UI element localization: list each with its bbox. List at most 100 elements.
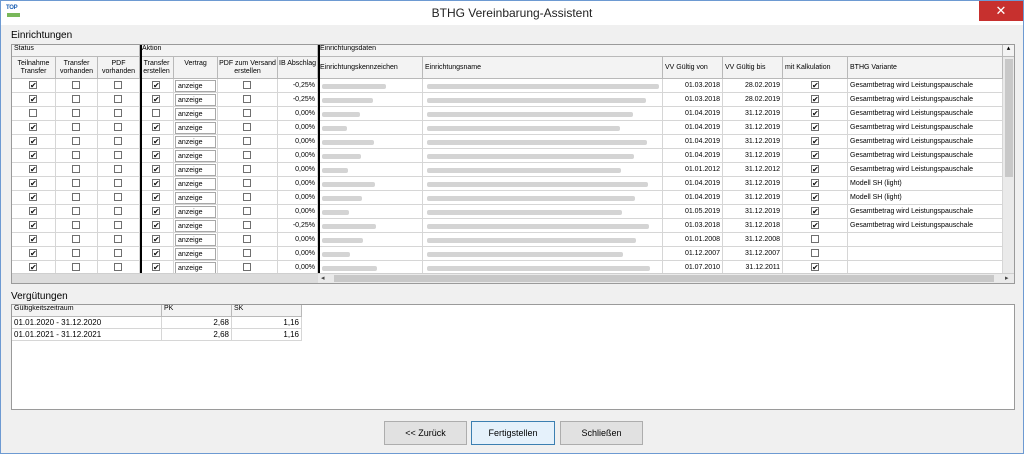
checkbox[interactable]: [114, 165, 122, 173]
checkbox[interactable]: [72, 263, 80, 271]
checkbox[interactable]: [243, 249, 251, 257]
checkbox[interactable]: [114, 193, 122, 201]
checkbox[interactable]: ✔: [811, 221, 819, 230]
vertrag-dropdown[interactable]: anzeige: [175, 164, 216, 176]
vertrag-dropdown[interactable]: anzeige: [175, 122, 216, 134]
checkbox[interactable]: [72, 151, 80, 159]
checkbox[interactable]: ✔: [29, 151, 37, 160]
checkbox[interactable]: [114, 123, 122, 131]
checkbox[interactable]: [114, 249, 122, 257]
checkbox[interactable]: [72, 109, 80, 117]
checkbox[interactable]: ✔: [811, 207, 819, 216]
vertrag-dropdown[interactable]: anzeige: [175, 248, 216, 260]
checkbox[interactable]: ✔: [29, 263, 37, 272]
checkbox[interactable]: [243, 165, 251, 173]
checkbox[interactable]: ✔: [811, 109, 819, 118]
checkbox[interactable]: [243, 109, 251, 117]
checkbox[interactable]: [114, 179, 122, 187]
vertrag-dropdown[interactable]: anzeige: [175, 206, 216, 218]
vertrag-dropdown[interactable]: anzeige: [175, 136, 216, 148]
checkbox[interactable]: ✔: [811, 193, 819, 202]
checkbox[interactable]: ✔: [811, 263, 819, 272]
checkbox[interactable]: [72, 123, 80, 131]
vertrag-dropdown[interactable]: anzeige: [175, 94, 216, 106]
vertrag-dropdown[interactable]: anzeige: [175, 192, 216, 204]
scroll-up-icon[interactable]: ▴: [1003, 45, 1014, 57]
scroll-left-icon[interactable]: ◂: [321, 274, 325, 282]
checkbox[interactable]: [152, 109, 160, 117]
column-header-ib-abschlag[interactable]: IB Abschlag: [278, 57, 318, 79]
column-header-variante[interactable]: BTHG Variante: [848, 57, 1003, 79]
checkbox[interactable]: [114, 263, 122, 271]
checkbox[interactable]: ✔: [152, 137, 160, 146]
checkbox[interactable]: ✔: [811, 95, 819, 104]
scroll-right-icon[interactable]: ▸: [1005, 274, 1009, 282]
checkbox[interactable]: ✔: [152, 249, 160, 258]
checkbox[interactable]: ✔: [152, 123, 160, 132]
checkbox[interactable]: ✔: [152, 95, 160, 104]
checkbox[interactable]: ✔: [29, 123, 37, 132]
checkbox[interactable]: [243, 137, 251, 145]
checkbox[interactable]: ✔: [811, 151, 819, 160]
checkbox[interactable]: [114, 109, 122, 117]
checkbox[interactable]: ✔: [152, 81, 160, 90]
column-header-gueltig-bis[interactable]: VV Gültig bis: [723, 57, 783, 79]
checkbox[interactable]: [811, 235, 819, 243]
checkbox[interactable]: [72, 179, 80, 187]
checkbox[interactable]: ✔: [152, 221, 160, 230]
checkbox[interactable]: ✔: [152, 165, 160, 174]
checkbox[interactable]: ✔: [152, 207, 160, 216]
checkbox[interactable]: [72, 81, 80, 89]
checkbox[interactable]: [114, 95, 122, 103]
checkbox[interactable]: ✔: [29, 221, 37, 230]
checkbox[interactable]: [243, 263, 251, 271]
column-header-vertrag[interactable]: Vertrag: [174, 57, 218, 79]
vertical-scroll-thumb[interactable]: [1005, 59, 1013, 177]
column-header-kennzeichen[interactable]: Einrichtungskennzeichen: [318, 57, 423, 79]
column-header-pk[interactable]: PK: [162, 305, 232, 317]
checkbox[interactable]: [114, 221, 122, 229]
checkbox[interactable]: ✔: [29, 179, 37, 188]
checkbox[interactable]: [243, 95, 251, 103]
checkbox[interactable]: [114, 137, 122, 145]
back-button[interactable]: << Zurück: [384, 421, 467, 445]
checkbox[interactable]: [243, 207, 251, 215]
checkbox[interactable]: ✔: [811, 137, 819, 146]
checkbox[interactable]: [114, 235, 122, 243]
checkbox[interactable]: [29, 109, 37, 117]
checkbox[interactable]: ✔: [29, 193, 37, 202]
checkbox[interactable]: ✔: [811, 123, 819, 132]
checkbox[interactable]: [243, 235, 251, 243]
vertrag-dropdown[interactable]: anzeige: [175, 220, 216, 232]
vertrag-dropdown[interactable]: anzeige: [175, 150, 216, 162]
checkbox[interactable]: ✔: [152, 151, 160, 160]
column-header-sk[interactable]: SK: [232, 305, 302, 317]
checkbox[interactable]: ✔: [811, 165, 819, 174]
column-header-transfer-erstellen[interactable]: Transfer erstellen: [140, 57, 174, 79]
checkbox[interactable]: ✔: [811, 179, 819, 188]
checkbox[interactable]: ✔: [29, 81, 37, 90]
column-header-pdf-vorhanden[interactable]: PDF vorhanden: [98, 57, 140, 79]
checkbox[interactable]: ✔: [811, 81, 819, 90]
vertrag-dropdown[interactable]: anzeige: [175, 108, 216, 120]
finish-button[interactable]: Fertigstellen: [471, 421, 555, 445]
checkbox[interactable]: ✔: [29, 95, 37, 104]
checkbox[interactable]: ✔: [29, 207, 37, 216]
checkbox[interactable]: [72, 207, 80, 215]
column-header-name[interactable]: Einrichtungsname: [423, 57, 663, 79]
close-button[interactable]: Schließen: [560, 421, 643, 445]
checkbox[interactable]: [72, 95, 80, 103]
checkbox[interactable]: ✔: [29, 235, 37, 244]
column-header-transfer-vorhanden[interactable]: Transfer vorhanden: [56, 57, 98, 79]
column-header-gueltig-von[interactable]: VV Gültig von: [663, 57, 723, 79]
checkbox[interactable]: ✔: [152, 179, 160, 188]
checkbox[interactable]: [243, 123, 251, 131]
checkbox[interactable]: [243, 221, 251, 229]
checkbox[interactable]: ✔: [29, 249, 37, 258]
checkbox[interactable]: ✔: [152, 263, 160, 272]
column-header-pdf-versand[interactable]: PDF zum Versand erstellen: [218, 57, 278, 79]
checkbox[interactable]: ✔: [29, 165, 37, 174]
checkbox[interactable]: [72, 221, 80, 229]
vertrag-dropdown[interactable]: anzeige: [175, 80, 216, 92]
checkbox[interactable]: [72, 165, 80, 173]
